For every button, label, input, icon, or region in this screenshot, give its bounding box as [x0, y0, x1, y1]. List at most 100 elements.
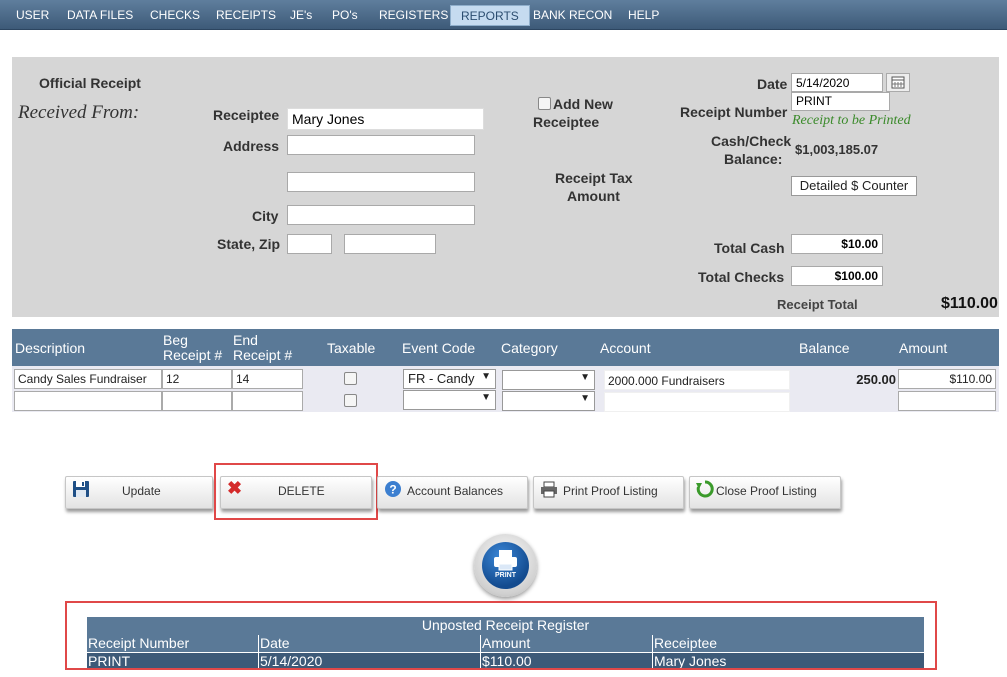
row1-account[interactable]: 2000.000 Fundraisers — [604, 370, 790, 390]
menu-data-files[interactable]: DATA FILES — [67, 0, 133, 30]
chevron-down-icon: ▼ — [580, 393, 590, 404]
row2-end-receipt[interactable] — [232, 391, 303, 411]
row1-taxable-checkbox[interactable] — [344, 372, 357, 385]
menu-registers[interactable]: REGISTERS — [379, 0, 448, 30]
print-button[interactable]: PRINT — [474, 534, 537, 597]
date-label: Date — [757, 76, 788, 92]
print-button-face: PRINT — [482, 542, 529, 589]
register-date: 5/14/2020 — [258, 653, 480, 668]
calendar-icon — [891, 76, 905, 89]
receipt-form-panel: Official Receipt Received From: Receipte… — [12, 57, 999, 317]
col-description: Description — [15, 340, 86, 356]
total-cash-input[interactable]: $10.00 — [791, 234, 883, 254]
menu-user[interactable]: USER — [16, 0, 49, 30]
menu-jes[interactable]: JE's — [290, 0, 312, 30]
receiptee-label: Receiptee — [213, 107, 280, 123]
receipt-total-value: $110.00 — [941, 295, 998, 312]
help-circle-icon: ? — [385, 481, 401, 497]
receipt-tax-amount-label: Amount — [567, 188, 620, 204]
register-col-receipt-number: Receipt Number — [88, 635, 190, 651]
close-proof-button[interactable]: Close Proof Listing — [689, 476, 841, 509]
add-new-label: Add New — [553, 96, 613, 112]
chevron-down-icon: ▼ — [481, 371, 491, 382]
address-label: Address — [223, 138, 280, 154]
col-taxable: Taxable — [327, 340, 376, 356]
state-zip-label: State, Zip — [217, 236, 281, 252]
row1-category-select[interactable]: ▼ — [502, 370, 595, 390]
chevron-down-icon: ▼ — [481, 392, 491, 403]
date-input[interactable]: 5/14/2020 — [791, 73, 883, 92]
print-proof-label: Print Proof Listing — [563, 484, 658, 498]
col-beg-receipt: Beg — [163, 332, 188, 348]
update-label: Update — [122, 484, 161, 498]
update-button[interactable]: Update — [65, 476, 213, 509]
register-col-date: Date — [258, 635, 480, 652]
balance-label: Cash/Check — [711, 133, 792, 149]
row1-balance: 250.00 — [856, 372, 896, 387]
printer-icon — [494, 550, 517, 571]
balance-label-2: Balance: — [724, 151, 783, 167]
add-new-receiptee-checkbox[interactable] — [538, 97, 551, 110]
address-line2-input[interactable] — [287, 172, 475, 192]
receipt-total-label: Receipt Total — [777, 297, 858, 312]
received-from-label: Received From: — [18, 102, 140, 123]
add-new-receiptee-label: Receiptee — [533, 114, 600, 130]
register-title: Unposted Receipt Register — [87, 617, 924, 635]
detailed-counter-button[interactable]: Detailed $ Counter — [791, 176, 917, 196]
close-proof-label: Close Proof Listing — [716, 484, 817, 498]
col-beg-receipt-2: Receipt # — [163, 347, 223, 363]
row1-event-code-select[interactable]: FR - Candy ▼ — [403, 369, 496, 389]
menu-bar: USER DATA FILES CHECKS RECEIPTS JE's PO'… — [0, 0, 1007, 30]
zip-input[interactable] — [344, 234, 436, 254]
row1-amount[interactable]: $110.00 — [898, 369, 996, 389]
print-label: PRINT — [495, 572, 516, 579]
row1-description[interactable]: Candy Sales Fundraiser — [14, 369, 162, 389]
col-balance: Balance — [799, 340, 850, 356]
balance-value: $1,003,185.07 — [795, 142, 879, 157]
row2-event-code-select[interactable]: ▼ — [403, 390, 496, 410]
row2-category-select[interactable]: ▼ — [502, 391, 595, 411]
col-end-receipt-2: Receipt # — [233, 347, 293, 363]
total-cash-label: Total Cash — [714, 240, 785, 256]
receiptee-input[interactable]: Mary Jones — [287, 108, 484, 130]
row2-taxable-checkbox[interactable] — [344, 394, 357, 407]
calendar-button[interactable] — [886, 73, 910, 92]
print-proof-button[interactable]: Print Proof Listing — [533, 476, 684, 509]
receipt-number-label: Receipt Number — [680, 104, 788, 120]
total-checks-input[interactable]: $100.00 — [791, 266, 883, 286]
col-account: Account — [600, 340, 651, 356]
menu-pos[interactable]: PO's — [332, 0, 358, 30]
receipt-note: Receipt to be Printed — [792, 113, 911, 128]
menu-checks[interactable]: CHECKS — [150, 0, 200, 30]
account-balances-button[interactable]: ? Account Balances — [377, 476, 528, 509]
receipt-tax-label: Receipt Tax — [555, 170, 633, 186]
save-icon — [73, 481, 89, 497]
total-checks-label: Total Checks — [698, 269, 785, 285]
printer-icon — [541, 481, 557, 498]
register-header-row: Receipt Number Date Amount Receiptee — [87, 635, 924, 652]
menu-receipts[interactable]: RECEIPTS — [216, 0, 276, 30]
account-balances-label: Account Balances — [407, 484, 504, 498]
row2-amount[interactable] — [898, 391, 996, 411]
row2-description[interactable] — [14, 391, 162, 411]
menu-reports[interactable]: REPORTS — [450, 5, 530, 26]
line-items-header: Description Beg Receipt # End Receipt # … — [12, 329, 999, 366]
chevron-down-icon: ▼ — [580, 372, 590, 383]
row1-event-code-value: FR - Candy — [408, 371, 475, 386]
official-receipt-label: Official Receipt — [39, 75, 141, 91]
state-input[interactable] — [287, 234, 332, 254]
row1-end-receipt[interactable]: 14 — [232, 369, 303, 389]
row2-beg-receipt[interactable] — [162, 391, 232, 411]
menu-bank-recon[interactable]: BANK RECON — [533, 0, 612, 30]
register-row[interactable]: PRINT 5/14/2020 $110.00 Mary Jones — [87, 653, 924, 668]
receipt-number-input[interactable]: PRINT — [791, 92, 890, 111]
row2-account[interactable] — [604, 392, 790, 412]
city-input[interactable] — [287, 205, 475, 225]
col-amount: Amount — [899, 340, 948, 356]
delete-highlight-box — [214, 463, 378, 520]
row1-beg-receipt[interactable]: 12 — [162, 369, 232, 389]
address-line1-input[interactable] — [287, 135, 475, 155]
col-category: Category — [501, 340, 558, 356]
register-receipt-number: PRINT — [88, 653, 130, 668]
menu-help[interactable]: HELP — [628, 0, 659, 30]
